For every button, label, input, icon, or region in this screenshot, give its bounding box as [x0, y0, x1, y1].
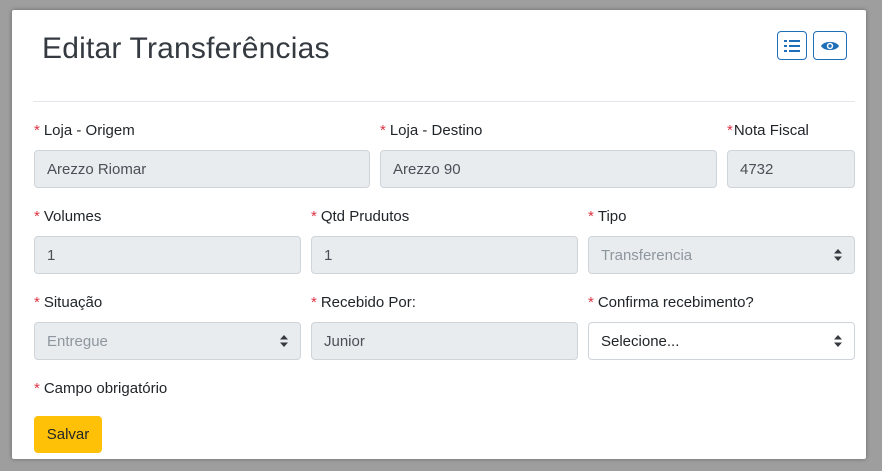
situacao-value: Entregue — [47, 332, 108, 350]
loja-destino-field[interactable]: Arezzo 90 — [380, 150, 717, 188]
select-caret-icon — [280, 335, 288, 347]
select-caret-icon — [834, 249, 842, 261]
qtd-produtos-field[interactable]: 1 — [311, 236, 578, 274]
confirma-recebimento-value: Selecione... — [601, 332, 680, 350]
required-footnote-text: Campo obrigatório — [43, 380, 168, 397]
recebido-por-value: Junior — [324, 332, 365, 350]
confirma-recebimento-label-text: Confirma recebimento? — [597, 294, 754, 311]
qtd-produtos-label: * Qtd Prudutos — [311, 208, 409, 225]
required-mark: * — [588, 294, 594, 311]
required-mark: * — [380, 122, 386, 139]
volumes-label-text: Volumes — [43, 208, 102, 225]
page-title: Editar Transferências — [42, 32, 330, 65]
volumes-label: * Volumes — [34, 208, 101, 225]
loja-destino-label-text: Loja - Destino — [389, 122, 483, 139]
loja-origem-field[interactable]: Arezzo Riomar — [34, 150, 370, 188]
recebido-por-field[interactable]: Junior — [311, 322, 578, 360]
tipo-value: Transferencia — [601, 246, 693, 264]
volumes-value: 1 — [47, 246, 56, 264]
situacao-select[interactable]: Entregue — [34, 322, 301, 360]
confirma-recebimento-label: * Confirma recebimento? — [588, 294, 754, 311]
eye-icon — [821, 41, 839, 50]
loja-destino-value: Arezzo 90 — [393, 160, 461, 178]
loja-origem-value: Arezzo Riomar — [47, 160, 147, 178]
confirma-recebimento-select[interactable]: Selecione... — [588, 322, 855, 360]
tipo-select[interactable]: Transferencia — [588, 236, 855, 274]
list-button[interactable] — [777, 31, 807, 60]
edit-transfer-card: Editar Transferências * Loja - Origem Are… — [12, 10, 866, 459]
required-mark: * — [34, 380, 40, 397]
required-mark: * — [588, 208, 594, 225]
nota-fiscal-value: 4732 — [740, 160, 774, 178]
nota-fiscal-label-text: Nota Fiscal — [733, 122, 809, 139]
loja-origem-label-text: Loja - Origem — [43, 122, 135, 139]
nota-fiscal-label: *Nota Fiscal — [727, 122, 809, 139]
list-icon — [784, 39, 800, 52]
situacao-label-text: Situação — [43, 294, 103, 311]
loja-origem-label: * Loja - Origem — [34, 122, 135, 139]
required-mark: * — [34, 208, 40, 225]
tipo-label: * Tipo — [588, 208, 626, 225]
required-footnote: * Campo obrigatório — [34, 380, 167, 397]
header-divider — [33, 101, 855, 102]
required-mark: * — [727, 122, 733, 139]
volumes-field[interactable]: 1 — [34, 236, 301, 274]
select-caret-icon — [834, 335, 842, 347]
loja-destino-label: * Loja - Destino — [380, 122, 482, 139]
recebido-por-label: * Recebido Por: — [311, 294, 416, 311]
qtd-produtos-value: 1 — [324, 246, 333, 264]
nota-fiscal-field[interactable]: 4732 — [727, 150, 855, 188]
tipo-label-text: Tipo — [597, 208, 627, 225]
view-button[interactable] — [813, 31, 847, 60]
situacao-label: * Situação — [34, 294, 102, 311]
recebido-por-label-text: Recebido Por: — [320, 294, 416, 311]
qtd-produtos-label-text: Qtd Prudutos — [320, 208, 410, 225]
required-mark: * — [34, 122, 40, 139]
required-mark: * — [311, 294, 317, 311]
required-mark: * — [34, 294, 40, 311]
required-mark: * — [311, 208, 317, 225]
save-button[interactable]: Salvar — [34, 416, 102, 453]
